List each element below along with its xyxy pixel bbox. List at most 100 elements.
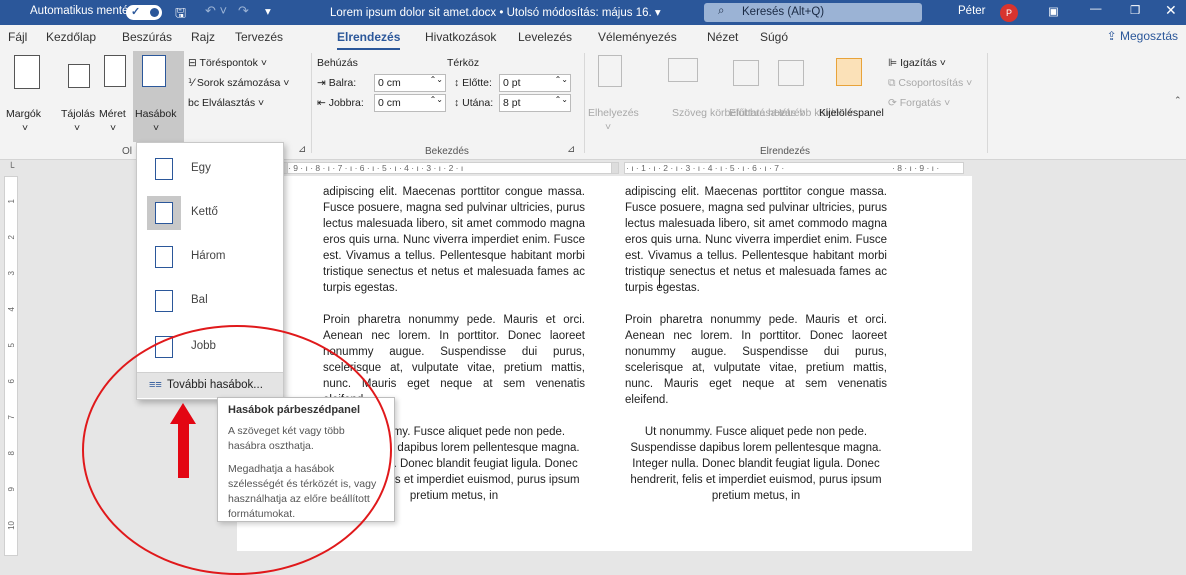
autosave-toggle[interactable]: ✓ bbox=[126, 5, 162, 20]
paragraph: Proin pharetra nonummy pede. Mauris et o… bbox=[625, 314, 887, 406]
divider bbox=[987, 53, 988, 153]
columns-option-two[interactable]: Kettő bbox=[137, 189, 283, 237]
group-objects-button[interactable]: ⧉ Csoportosítás ˅ bbox=[888, 77, 972, 90]
columns-option-left[interactable]: Bal bbox=[137, 277, 283, 325]
tab-selector-icon[interactable]: └ bbox=[8, 162, 14, 172]
group-arrange-label: Elrendezés bbox=[760, 146, 811, 157]
size-icon[interactable] bbox=[104, 55, 126, 87]
spinner-icon[interactable]: ⌃⌄ bbox=[555, 95, 568, 104]
align-button[interactable]: ⊫ Igazítás ˅ bbox=[888, 57, 946, 69]
paragraph-launcher-icon[interactable]: ⊿ bbox=[567, 144, 575, 155]
vruler-num: 9 bbox=[7, 487, 16, 492]
vruler-num: 8 bbox=[7, 451, 16, 456]
maximize-icon[interactable]: ❐ bbox=[1130, 3, 1140, 17]
tab-draw[interactable]: Rajz bbox=[191, 30, 215, 44]
columns-button[interactable]: Hasábok ˅ bbox=[133, 51, 184, 142]
save-icon[interactable]: 🖫 bbox=[175, 4, 186, 26]
chevron-down-icon: ˅ bbox=[605, 121, 612, 133]
spinner-icon[interactable]: ⌃⌄ bbox=[430, 95, 443, 104]
vruler-num: 3 bbox=[7, 271, 16, 276]
option-label: Három bbox=[191, 250, 226, 262]
hyphenation-button[interactable]: bc Elválasztás ˅ bbox=[188, 97, 264, 109]
indent-right-input[interactable]: 0 cm ⌃⌄ bbox=[374, 94, 446, 112]
margins-button[interactable]: Margók bbox=[6, 108, 41, 120]
tab-home[interactable]: Kezdőlap bbox=[46, 30, 96, 44]
tab-design[interactable]: Tervezés bbox=[235, 30, 283, 44]
selection-pane-button[interactable]: Kijelöléspanel bbox=[819, 107, 884, 119]
vertical-ruler[interactable]: 1 2 3 4 5 6 7 8 9 10 bbox=[4, 176, 18, 556]
columns-option-three[interactable]: Három bbox=[137, 233, 283, 281]
orientation-button[interactable]: Tájolás bbox=[61, 108, 95, 120]
position-icon[interactable] bbox=[598, 55, 622, 87]
size-button[interactable]: Méret bbox=[99, 108, 126, 120]
tab-file[interactable]: Fájl bbox=[8, 30, 27, 44]
highlight-circle bbox=[82, 325, 392, 575]
vruler-num: 4 bbox=[7, 307, 16, 312]
indent-left-input[interactable]: 0 cm ⌃⌄ bbox=[374, 74, 446, 92]
spacing-before-label: ↕ Előtte: bbox=[454, 77, 492, 89]
collapse-ribbon-icon[interactable]: ⌃ bbox=[1174, 95, 1182, 106]
spacing-before-input[interactable]: 0 pt ⌃⌄ bbox=[499, 74, 571, 92]
indent-title: Behúzás bbox=[317, 57, 358, 69]
chevron-down-icon: ˅ bbox=[153, 122, 160, 134]
selection-pane-icon[interactable] bbox=[836, 58, 862, 86]
avatar[interactable]: P bbox=[1000, 4, 1018, 22]
rotate-button[interactable]: ⟳ Forgatás ˅ bbox=[888, 97, 950, 109]
rotate-icon: ⟳ bbox=[888, 97, 900, 109]
share-button[interactable]: ⇪ Megosztás bbox=[1107, 29, 1178, 43]
vruler-num: 7 bbox=[7, 415, 16, 420]
spinner-icon[interactable]: ⌃⌄ bbox=[430, 75, 443, 84]
user-name[interactable]: Péter bbox=[958, 5, 986, 17]
chevron-down-icon: ˅ bbox=[22, 122, 29, 134]
bring-forward-icon[interactable] bbox=[733, 60, 759, 86]
spacing-after-input[interactable]: 8 pt ⌃⌄ bbox=[499, 94, 571, 112]
share-icon: ⇪ bbox=[1106, 29, 1120, 43]
check-icon: ✓ bbox=[131, 6, 141, 18]
column-right[interactable]: adipiscing elit. Maecenas porttitor cong… bbox=[625, 184, 887, 520]
hyphenation-icon: bc bbox=[188, 97, 203, 109]
align-icon: ⊫ bbox=[888, 57, 901, 69]
margins-icon[interactable] bbox=[14, 55, 40, 89]
divider bbox=[584, 53, 585, 153]
group-page-setup-label: Ol bbox=[122, 146, 132, 157]
close-icon[interactable]: ✕ bbox=[1165, 2, 1177, 19]
minimize-icon[interactable]: — bbox=[1090, 3, 1102, 15]
spinner-icon[interactable]: ⌃⌄ bbox=[555, 75, 568, 84]
paragraph: adipiscing elit. Maecenas porttitor cong… bbox=[625, 186, 887, 294]
option-icon-box bbox=[147, 196, 181, 230]
orientation-icon[interactable] bbox=[68, 64, 90, 88]
wrap-text-icon[interactable] bbox=[668, 58, 698, 82]
breaks-button[interactable]: ⊟ Töréspontok ˅ bbox=[188, 57, 267, 69]
option-icon-box bbox=[147, 152, 181, 186]
tab-references[interactable]: Hivatkozások bbox=[425, 30, 496, 44]
tab-help[interactable]: Súgó bbox=[760, 30, 788, 44]
line-numbers-button[interactable]: ⅟ Sorok számozása ˅ bbox=[188, 77, 289, 89]
redo-icon[interactable]: ↷ bbox=[238, 3, 249, 19]
spacing-title: Térköz bbox=[447, 57, 480, 69]
ruler-numbers-right: · ı · 1 · ı · 2 · ı · 3 · ı · 4 · ı · 5 … bbox=[626, 163, 785, 173]
document-title[interactable]: Lorem ipsum dolor sit amet.docx • Utolsó… bbox=[330, 5, 661, 19]
tab-mailings[interactable]: Levelezés bbox=[518, 30, 572, 44]
tab-insert[interactable]: Beszúrás bbox=[122, 30, 172, 44]
undo-icon[interactable]: ↶ ˅ bbox=[205, 3, 227, 19]
position-button[interactable]: Elhelyezés bbox=[588, 107, 639, 119]
tab-view[interactable]: Nézet bbox=[707, 30, 738, 44]
chevron-down-icon: ˅ bbox=[110, 122, 117, 134]
tab-review[interactable]: Véleményezés bbox=[598, 30, 677, 44]
search-box[interactable]: ⌕ Keresés (Alt+Q) bbox=[704, 3, 922, 22]
option-icon-box bbox=[147, 240, 181, 274]
columns-option-one[interactable]: Egy bbox=[137, 145, 283, 193]
ruler-numbers-left: · 9 · ı · 8 · ı · 7 · ı · 6 · ı · 5 · ı … bbox=[288, 163, 464, 173]
page-setup-launcher-icon[interactable]: ⊿ bbox=[298, 144, 306, 155]
spacing-after-icon: ↕ bbox=[454, 97, 463, 109]
option-label: Egy bbox=[191, 162, 211, 174]
ribbon-display-icon[interactable]: ▣ bbox=[1048, 4, 1059, 18]
ribbon-tabs: Fájl Kezdőlap Beszúrás Rajz Tervezés Elr… bbox=[0, 25, 1186, 51]
vruler-num: 6 bbox=[7, 379, 16, 384]
tab-layout[interactable]: Elrendezés bbox=[337, 30, 401, 51]
title-bar: Automatikus mentés ✓ 🖫 ↶ ˅ ↷ ▾ Lorem ips… bbox=[0, 0, 1186, 25]
indent-left-label: ⇥ Balra: bbox=[317, 77, 357, 89]
customize-qat-icon[interactable]: ▾ bbox=[265, 4, 271, 18]
send-backward-icon[interactable] bbox=[778, 60, 804, 86]
breaks-icon: ⊟ bbox=[188, 57, 200, 69]
